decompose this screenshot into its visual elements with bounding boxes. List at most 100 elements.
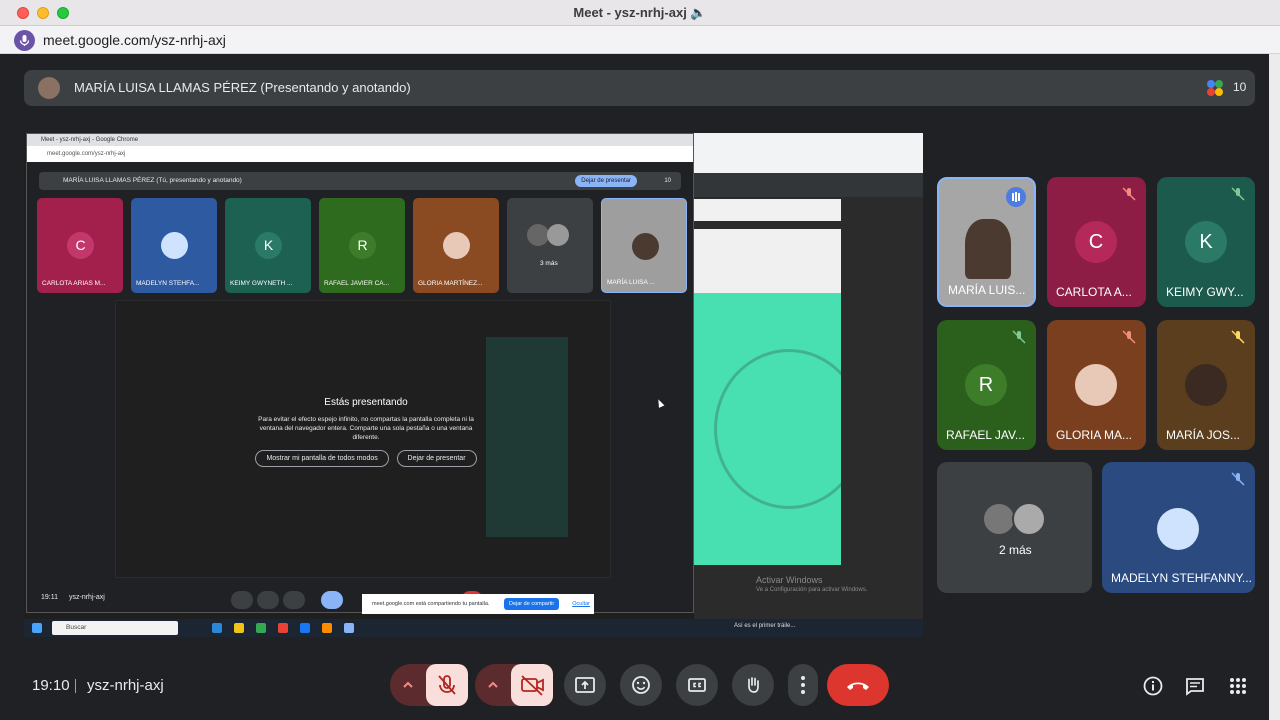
shared-meeting-code: ysz-nrhj-axj (69, 594, 105, 601)
shared-tile-avatar: C (67, 232, 94, 259)
bottom-separator (75, 679, 76, 693)
taskbar-search: Buscar (52, 621, 178, 635)
shared-info-icon (603, 591, 625, 609)
edge-icon (212, 623, 222, 633)
participant-tile[interactable]: R RAFAEL JAV... (937, 320, 1036, 450)
shared-tile-name: GLORIA MARTÍNEZ... (418, 280, 483, 287)
speaking-indicator-icon (1006, 187, 1026, 207)
window-edge (1269, 54, 1280, 720)
people-count: 10 (1233, 80, 1247, 94)
chat-icon[interactable] (1184, 675, 1206, 697)
shared-tile-avatar (161, 232, 188, 259)
second-window-page (694, 229, 841, 565)
presenter-bar: MARÍA LUISA LLAMAS PÉREZ (Presentando y … (24, 70, 1255, 106)
shared-camera-control (283, 591, 305, 609)
shared-tile-name: CARLOTA ARIAS M... (42, 280, 106, 287)
shared-tile-name: 3 más (540, 260, 558, 267)
shared-tile-name: RAFAEL JAVIER CA... (324, 280, 390, 287)
shared-tile: 3 más (507, 198, 593, 293)
participant-tile[interactable]: C CARLOTA A... (1047, 177, 1146, 307)
muted-mic-icon (1231, 472, 1245, 486)
explorer-icon (234, 623, 244, 633)
meeting-code: ysz-nrhj-axj (87, 677, 164, 694)
participant-avatar: C (1075, 221, 1117, 263)
participant-avatar (982, 502, 1016, 536)
participant-avatar (1185, 364, 1227, 406)
shared-present-control (321, 591, 343, 609)
dialog-body: Para evitar el efecto espejo infinito, n… (258, 416, 474, 441)
participants-icon (1207, 80, 1223, 96)
shared-second-window: Activar Windows Ve a Configuración para … (694, 133, 923, 619)
participant-name: GLORIA MA... (1056, 428, 1133, 442)
participant-avatar (1012, 502, 1046, 536)
windows-taskbar: Buscar Así es el primer tráile... (24, 619, 923, 637)
microphone-button[interactable] (426, 664, 468, 706)
muted-mic-icon (1122, 330, 1136, 344)
shared-mic-control (257, 591, 279, 609)
activities-grid-icon[interactable] (1227, 675, 1249, 697)
camera-button[interactable] (511, 664, 553, 706)
shared-stop-presenting-button: Dejar de presentar (575, 175, 637, 187)
shared-window-title: Meet - ysz-nrhj-axj - Google Chrome (27, 134, 693, 146)
participant-tile[interactable]: MARÍA LUIS... (937, 177, 1036, 307)
shared-activities-icon (651, 591, 673, 609)
mic-options-button[interactable] (390, 664, 426, 706)
shared-chat-icon (627, 591, 649, 609)
address-bar[interactable]: meet.google.com/ysz-nrhj-axj (0, 26, 1280, 54)
url-text[interactable]: meet.google.com/ysz-nrhj-axj (43, 32, 226, 48)
second-window-page-strip (694, 199, 841, 221)
more-vert-icon (801, 676, 805, 694)
participant-tile[interactable]: K KEIMY GWY... (1157, 177, 1255, 307)
muted-mic-icon (1231, 330, 1245, 344)
present-to-all-icon (575, 677, 595, 693)
participant-name: MADELYN STEHFANNY... (1111, 571, 1252, 585)
muted-mic-icon (1012, 330, 1026, 344)
captions-button[interactable] (676, 664, 718, 706)
windows-start-icon (32, 623, 42, 633)
shared-tile-avatar (443, 232, 470, 259)
meeting-details-icon[interactable] (1142, 675, 1164, 697)
shared-tile-avatar (527, 224, 549, 246)
dialog-stop-presenting-button: Dejar de presentar (396, 450, 477, 467)
show-screen-anyway-button: Mostrar mi pantalla de todos modos (255, 450, 389, 467)
shared-tile-name: MADELYN STEHFA... (136, 280, 200, 287)
muted-mic-icon (1122, 187, 1136, 201)
shared-tile-avatar: K (255, 232, 282, 259)
share-banner-text: meet.google.com está compartiendo tu pan… (372, 601, 490, 607)
participant-tile[interactable]: MARÍA JOS... (1157, 320, 1255, 450)
taskbar-now-playing: Así es el primer tráile... (734, 623, 796, 629)
shared-bottom-bar: 19:11 ysz-nrhj-axj (27, 589, 695, 611)
second-window-toolbar (694, 133, 923, 173)
shared-tile-avatar (632, 233, 659, 260)
stop-sharing-button: Dejar de compartir (504, 598, 560, 610)
leave-call-button[interactable] (827, 664, 889, 706)
shared-tile: C CARLOTA ARIAS M... (37, 198, 123, 293)
shared-url: meet.google.com/ysz-nrhj-axj (27, 146, 693, 162)
more-options-button[interactable] (788, 664, 818, 706)
shared-tile: R RAFAEL JAVIER CA... (319, 198, 405, 293)
participant-tile[interactable]: MADELYN STEHFANNY... (1102, 462, 1255, 593)
participant-name: RAFAEL JAV... (946, 428, 1025, 442)
microphone-indicator-icon[interactable] (14, 30, 35, 51)
raise-hand-button[interactable] (732, 664, 774, 706)
call-end-icon (847, 682, 869, 690)
shared-presenter-bar: MARÍA LUISA LLAMAS PÉREZ (Tú, presentand… (39, 172, 681, 190)
reactions-button[interactable] (620, 664, 662, 706)
camera-off-icon (521, 675, 544, 696)
infinite-mirror-preview: Estás presentando Para evitar el efecto … (115, 300, 611, 578)
present-screen-button[interactable] (564, 664, 606, 706)
presenter-avatar (38, 77, 60, 99)
shared-tile: MARÍA LUISA ... (601, 198, 687, 293)
participant-avatar (1157, 508, 1199, 550)
people-count-button[interactable]: 10 (1197, 72, 1253, 104)
mic-control-group (390, 664, 468, 706)
camera-options-button[interactable] (475, 664, 511, 706)
more-participants-tile[interactable]: 2 más (937, 462, 1092, 593)
muted-mic-icon (1231, 187, 1245, 201)
presenter-label: MARÍA LUISA LLAMAS PÉREZ (Presentando y … (74, 80, 411, 95)
dialog-title: Estás presentando (324, 397, 408, 408)
meeting-time: 19:10 (32, 677, 70, 694)
shared-tile: MADELYN STEHFA... (131, 198, 217, 293)
participant-avatar (1075, 364, 1117, 406)
participant-tile[interactable]: GLORIA MA... (1047, 320, 1146, 450)
